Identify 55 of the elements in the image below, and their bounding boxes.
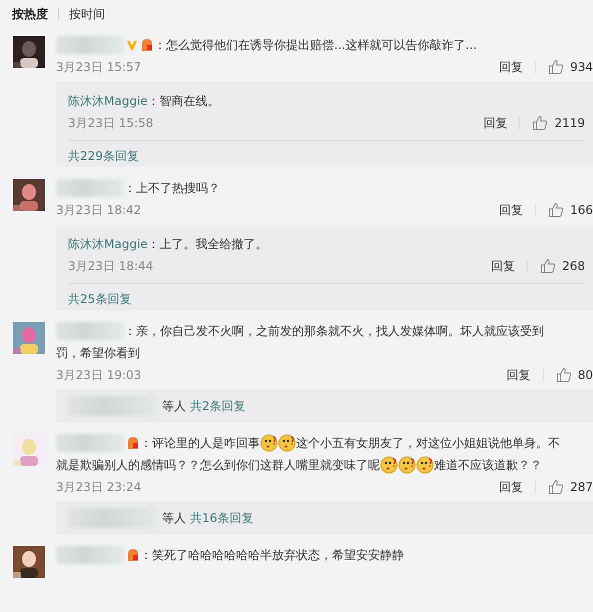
- like-count: 268: [562, 259, 585, 273]
- confused-face-icon: [380, 456, 398, 474]
- confused-face-icon: [278, 434, 296, 452]
- like-count: 934: [570, 60, 593, 74]
- blurred-username: [56, 546, 124, 564]
- like-count: 80: [578, 368, 593, 382]
- reply-link[interactable]: 回复: [499, 58, 524, 76]
- comment-text: 就是欺骗别人的感情吗？？怎么到你们这群人嘴里就变味了呢: [56, 456, 380, 474]
- reply-time: 3月23日 15:58: [68, 114, 154, 132]
- thumbs-up-icon[interactable]: [548, 202, 564, 218]
- comment-time: 3月23日 23:24: [56, 478, 142, 496]
- blurred-username: [56, 322, 124, 340]
- comment-text: 难道不应该道歉？？: [434, 456, 542, 474]
- reply-text: ：智商在线。: [148, 92, 220, 110]
- thumbs-up-icon[interactable]: [540, 258, 556, 274]
- like-count: 166: [570, 203, 593, 217]
- confused-face-icon: [416, 456, 434, 474]
- comment-time: 3月23日 15:57: [56, 58, 142, 76]
- comment-text: ：怎么觉得他们在诱导你提出赔偿...这样就可以告你敲诈了...: [154, 36, 477, 54]
- more-replies-link[interactable]: 共25条回复: [68, 288, 132, 310]
- blurred-username: [56, 36, 124, 54]
- comment-time: 3月23日 19:03: [56, 366, 142, 384]
- reply-time: 3月23日 18:44: [68, 258, 154, 274]
- thumbs-up-icon[interactable]: [548, 479, 564, 495]
- reply-summary-text: 等人: [162, 398, 186, 414]
- like-count: 2119: [554, 116, 585, 130]
- like-count: 287: [570, 480, 593, 494]
- thumbs-up-icon[interactable]: [548, 59, 564, 75]
- thumbs-up-icon[interactable]: [532, 115, 548, 131]
- comment-time: 3月23日 18:42: [56, 202, 142, 218]
- more-replies-link[interactable]: 共2条回复: [190, 395, 246, 417]
- comment-text: 这个小五有女朋友了，对这位小姐姐说他单身。不: [296, 434, 560, 452]
- blurred-username: [56, 434, 124, 452]
- comment-text: ：笑死了哈哈哈哈哈哈半放弃状态，希望安安静静: [140, 546, 404, 564]
- reply-link[interactable]: 回复: [506, 366, 531, 384]
- reply-text: ：上了。我全给撤了。: [148, 236, 268, 252]
- reply-link[interactable]: 回复: [499, 202, 524, 218]
- comment-text: ：上不了热搜吗？: [124, 180, 220, 196]
- blurred-username: [56, 179, 124, 197]
- more-replies-link[interactable]: 共16条回复: [190, 507, 254, 529]
- comment-text: ：亲，你自己发不火啊，之前发的那条就不火，找人发媒体啊。坏人就应该受到: [124, 322, 544, 340]
- thumbs-up-icon[interactable]: [556, 367, 572, 383]
- comment-text: 罚，希望你看到: [56, 344, 140, 362]
- confused-face-icon: [398, 456, 416, 474]
- sort-tab[interactable]: 按热度: [12, 6, 48, 22]
- comment-text: ：评论里的人是咋回事: [140, 434, 260, 452]
- confused-face-icon: [260, 434, 278, 452]
- reply-link[interactable]: 回复: [491, 258, 516, 274]
- sort-tab[interactable]: 按时间: [69, 6, 105, 22]
- reply-summary-text: 等人: [162, 510, 186, 526]
- reply-link[interactable]: 回复: [483, 114, 508, 132]
- reply-author[interactable]: 陈沐沐Maggie: [68, 92, 148, 110]
- reply-author[interactable]: 陈沐沐Maggie: [68, 236, 148, 252]
- more-replies-link[interactable]: 共229条回复: [68, 145, 139, 167]
- reply-link[interactable]: 回复: [499, 478, 524, 496]
